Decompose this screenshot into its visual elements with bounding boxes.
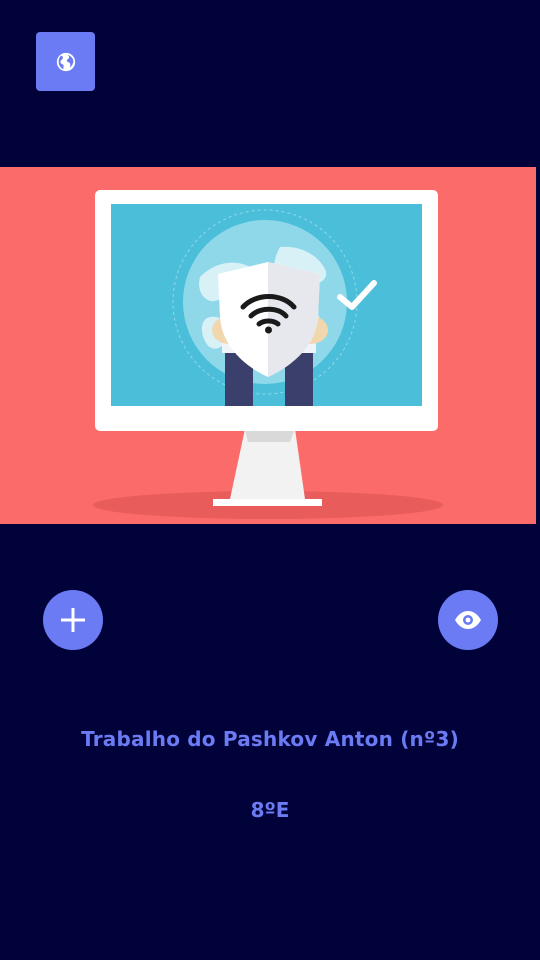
add-button[interactable] xyxy=(43,590,103,650)
page-title: Trabalho do Pashkov Anton (nº3) xyxy=(81,727,459,751)
view-button[interactable] xyxy=(438,590,498,650)
globe-icon xyxy=(56,52,75,71)
plus-icon xyxy=(61,608,85,632)
monitor-base xyxy=(213,499,322,506)
eye-icon xyxy=(455,611,481,629)
page-subtitle: 8ºE xyxy=(250,798,290,822)
language-button[interactable] xyxy=(36,32,95,91)
hero-illustration xyxy=(0,167,536,524)
